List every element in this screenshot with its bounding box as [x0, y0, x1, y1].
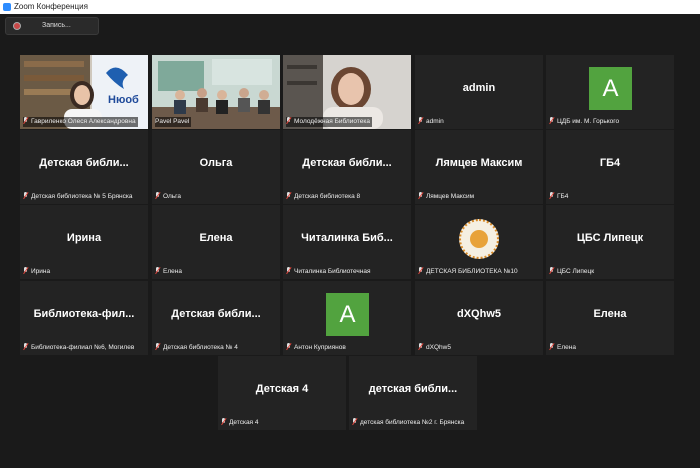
participant-tile[interactable]: ДЕТСКАЯ БИБЛИОТЕКА №10: [415, 205, 543, 279]
participant-display-name: Детская библи...: [39, 157, 129, 169]
participant-display-name: ЦБС Липецк: [576, 232, 644, 244]
muted-mic-icon: [549, 267, 554, 274]
participant-name: Ольга: [155, 192, 183, 202]
participant-name: Гавриленко Олеся Александровна: [23, 117, 138, 127]
muted-mic-icon: [23, 117, 28, 124]
muted-mic-icon: [352, 418, 357, 425]
participant-tile[interactable]: Елена Елена: [546, 281, 674, 355]
muted-mic-icon: [23, 343, 28, 350]
participant-tile[interactable]: ЦБС Липецк ЦБС Липецк: [546, 205, 674, 279]
participant-display-name: Ирина: [66, 232, 102, 244]
participant-tile[interactable]: Детская библи... Детская библиотека № 4: [152, 281, 280, 355]
participant-tile-active-speaker[interactable]: Молодёжная Библиотека: [283, 55, 411, 129]
participant-name: Детская 4: [221, 418, 261, 428]
participant-tile[interactable]: Нюоб Гавриленко Олеся Александровна: [20, 55, 148, 129]
participant-tile[interactable]: Лямцев Максим Лямцев Максим: [415, 130, 543, 204]
svg-text:Нюоб: Нюоб: [108, 94, 139, 106]
muted-mic-icon: [418, 117, 423, 124]
muted-mic-icon: [418, 267, 423, 274]
participant-tile[interactable]: Библиотека-фил... Библиотека-филиал №6, …: [20, 281, 148, 355]
participant-tile[interactable]: Ольга Ольга: [152, 130, 280, 204]
participant-display-name: Детская библи...: [171, 308, 261, 320]
muted-mic-icon: [549, 343, 554, 350]
participant-name: Молодёжная Библиотека: [286, 117, 372, 127]
record-label: Запись...: [42, 22, 71, 29]
muted-mic-icon: [155, 267, 160, 274]
participant-display-name: Елена: [199, 232, 233, 244]
participant-display-name: Детская библи...: [302, 157, 392, 169]
participant-name: ДЕТСКАЯ БИБЛИОТЕКА №10: [418, 267, 520, 277]
muted-mic-icon: [418, 192, 423, 199]
window-titlebar: Zoom Конференция: [0, 0, 700, 14]
participant-name: детская библиотека №2 г. Брянска: [352, 418, 466, 428]
participant-name: ЦДБ им. М. Горького: [549, 117, 621, 127]
muted-mic-icon: [221, 418, 226, 425]
participant-name: ЦБС Липецк: [549, 267, 596, 277]
participant-tile[interactable]: ГБ4 ГБ4: [546, 130, 674, 204]
participant-display-name: Ольга: [199, 157, 233, 169]
participant-display-name: dXQhw5: [456, 308, 501, 320]
library-logo-image: [459, 219, 499, 259]
participant-avatar: A: [326, 293, 369, 336]
participant-name: Детская библиотека № 5 Брянска: [23, 192, 134, 202]
participant-tile[interactable]: A ЦДБ им. М. Горького: [546, 55, 674, 129]
participant-tile[interactable]: Pavel Pavel: [152, 55, 280, 129]
participant-tile[interactable]: A Антон Куприянов: [283, 281, 411, 355]
participant-name: Лямцев Максим: [418, 192, 476, 202]
participant-name: Детская библиотека № 4: [155, 343, 240, 353]
record-icon: [13, 22, 21, 30]
participant-tile[interactable]: Детская библи... Детская библиотека № 5 …: [20, 130, 148, 204]
participant-display-name: Лямцев Максим: [435, 157, 523, 169]
participant-name: dXQhw5: [418, 343, 453, 353]
participant-tile[interactable]: Детская библи... Детская библиотека 8: [283, 130, 411, 204]
participant-display-name: Детская 4: [255, 383, 309, 395]
muted-mic-icon: [286, 117, 291, 124]
participant-name: Pavel Pavel: [155, 117, 192, 127]
participant-name: Елена: [155, 267, 184, 277]
participant-name: admin: [418, 117, 446, 127]
participant-tile[interactable]: admin admin: [415, 55, 543, 129]
muted-mic-icon: [286, 192, 291, 199]
muted-mic-icon: [549, 192, 554, 199]
participant-tile[interactable]: детская библи... детская библиотека №2 г…: [349, 356, 477, 430]
muted-mic-icon: [23, 267, 28, 274]
record-button[interactable]: Запись...: [5, 17, 99, 35]
participant-name: Библиотека-филиал №6, Могилев: [23, 343, 136, 353]
participant-display-name: admin: [462, 82, 496, 94]
participant-tile[interactable]: Читалинка Биб... Читалинка Библиотечная: [283, 205, 411, 279]
participant-name: Ирина: [23, 267, 52, 277]
muted-mic-icon: [418, 343, 423, 350]
muted-mic-icon: [23, 192, 28, 199]
participant-display-name: Читалинка Биб...: [301, 232, 393, 244]
participant-tile[interactable]: Елена Елена: [152, 205, 280, 279]
muted-mic-icon: [549, 117, 554, 124]
participant-avatar: A: [589, 67, 632, 110]
participant-tile[interactable]: Детская 4 Детская 4: [218, 356, 346, 430]
muted-mic-icon: [155, 192, 160, 199]
participant-name: ГБ4: [549, 192, 570, 202]
muted-mic-icon: [286, 267, 291, 274]
participant-display-name: Елена: [593, 308, 627, 320]
participant-display-name: детская библи...: [368, 383, 458, 395]
participant-name: Антон Куприянов: [286, 343, 348, 353]
window-title: Zoom Конференция: [14, 2, 88, 11]
participant-tile[interactable]: Ирина Ирина: [20, 205, 148, 279]
participant-name: Читалинка Библиотечная: [286, 267, 373, 277]
zoom-app-icon: [3, 3, 11, 11]
muted-mic-icon: [286, 343, 291, 350]
muted-mic-icon: [155, 343, 160, 350]
participant-display-name: ГБ4: [599, 157, 621, 169]
participant-name: Елена: [549, 343, 578, 353]
participant-name: Детская библиотека 8: [286, 192, 362, 202]
participant-tile[interactable]: dXQhw5 dXQhw5: [415, 281, 543, 355]
participant-display-name: Библиотека-фил...: [33, 308, 135, 320]
